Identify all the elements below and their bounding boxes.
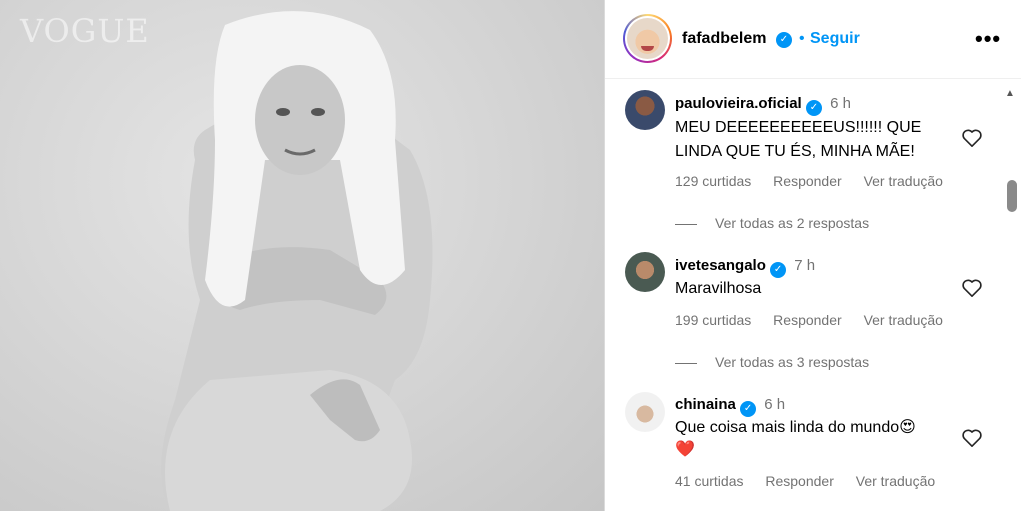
post-photo[interactable]: VOGUE [0,0,604,511]
scrollbar-thumb[interactable] [1007,180,1017,212]
comment-meta: 129 curtidas Responder Ver tradução [675,173,961,189]
reply-button[interactable]: Responder [773,312,842,328]
translate-button[interactable]: Ver tradução [856,473,935,489]
replies-divider [675,223,697,225]
verified-badge-icon: ✓ [740,401,757,417]
commenter-username[interactable]: paulovieira.oficial [675,95,802,112]
view-replies-button[interactable]: Ver todas as 3 respostas [675,354,869,370]
heart-icon[interactable] [961,278,983,298]
comments-panel: fafadbelem ✓ • Seguir ••• ▲ paulovieira.… [604,0,1021,511]
comment-header: ivetesangalo ✓ 7 h [675,257,815,278]
comment-meta: 199 curtidas Responder Ver tradução [675,312,961,328]
comment-header: paulovieira.oficial ✓ 6 h [675,95,851,116]
heart-icon[interactable] [961,128,983,148]
likes-count[interactable]: 41 curtidas [675,473,743,489]
view-replies-label: Ver todas as 3 respostas [715,354,870,370]
follow-button[interactable]: Seguir [810,30,860,48]
verified-badge-icon: ✓ [805,100,822,116]
scroll-up-icon[interactable]: ▲ [1005,88,1015,99]
reply-button[interactable]: Responder [773,173,842,189]
separator-dot: • [799,30,805,47]
translate-button[interactable]: Ver tradução [864,312,943,328]
post-image [161,11,433,511]
likes-count[interactable]: 129 curtidas [675,173,751,189]
verified-badge-icon: ✓ [776,32,792,48]
commenter-username[interactable]: ivetesangalo [675,257,766,274]
author-avatar[interactable] [623,14,672,63]
translate-button[interactable]: Ver tradução [864,173,943,189]
vogue-watermark: VOGUE [20,12,150,50]
comment-meta: 41 curtidas Responder Ver tradução [675,473,953,489]
comment-time[interactable]: 6 h [764,396,785,413]
comment-text-line2: ❤️ [675,441,695,458]
comment-text: Que coisa mais linda do mundo😍 [675,419,916,436]
comment-text: MEU DEEEEEEEEEEUS!!!!!! QUE LINDA QUE TU… [675,119,922,160]
post-header: fafadbelem ✓ • Seguir ••• [605,0,1021,79]
comment-time[interactable]: 6 h [830,95,851,112]
verified-badge-icon: ✓ [770,262,787,278]
commenter-avatar[interactable] [625,90,665,130]
comment-text: Maravilhosa [675,280,762,297]
heart-icon[interactable] [961,428,983,448]
view-replies-button[interactable]: Ver todas as 2 respostas [675,215,869,231]
reply-button[interactable]: Responder [765,473,834,489]
comment-header: chinaina ✓ 6 h [675,396,785,417]
commenter-username[interactable]: chinaina [675,396,736,413]
comment-time[interactable]: 7 h [794,257,815,274]
author-username[interactable]: fafadbelem [682,30,766,48]
replies-divider [675,362,697,364]
commenter-avatar[interactable] [625,392,665,432]
commenter-avatar[interactable] [625,252,665,292]
view-replies-label: Ver todas as 2 respostas [715,215,870,231]
more-options-icon[interactable]: ••• [975,26,1001,52]
likes-count[interactable]: 199 curtidas [675,312,751,328]
